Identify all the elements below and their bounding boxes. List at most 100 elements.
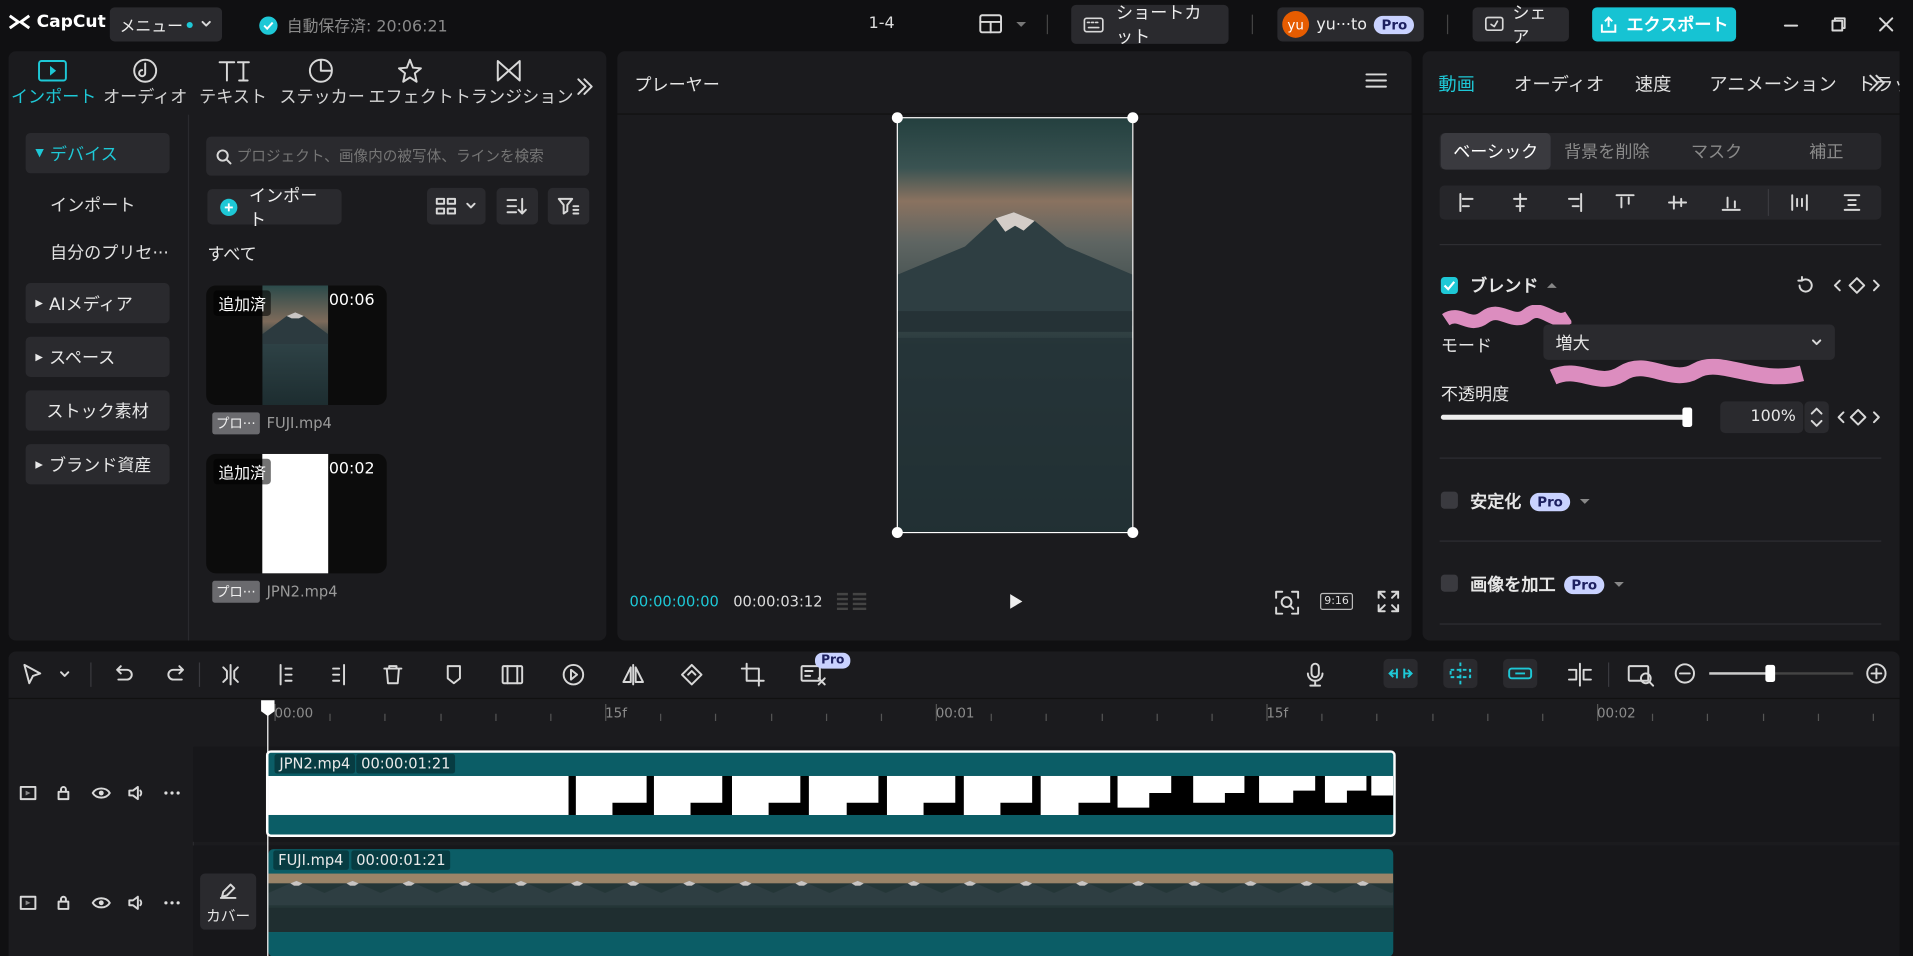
tab-audio[interactable]: オーディオ xyxy=(1514,71,1604,97)
link-toggle[interactable] xyxy=(1503,658,1538,689)
marker-icon[interactable] xyxy=(442,662,466,686)
align-bottom-icon[interactable] xyxy=(1721,193,1741,213)
playhead[interactable] xyxy=(267,703,269,956)
sidebar-item-import[interactable]: インポート xyxy=(26,184,182,224)
tab-transition[interactable]: トランジション xyxy=(454,51,573,114)
tab-effect[interactable]: エフェクト xyxy=(368,51,454,114)
menu-icon[interactable] xyxy=(1365,72,1387,89)
magnet-toggle[interactable] xyxy=(1383,658,1418,689)
subtab-basic[interactable]: ベーシック xyxy=(1440,132,1551,170)
split-icon[interactable] xyxy=(218,662,242,686)
freeze-icon[interactable] xyxy=(500,662,524,686)
more-tabs-icon[interactable] xyxy=(1867,74,1887,92)
media-item-jpn2[interactable]: 追加済 00:02 xyxy=(206,453,387,574)
media-item-fuji[interactable]: 追加済 00:06 xyxy=(206,285,387,406)
search-input[interactable] xyxy=(236,147,590,165)
search-bar[interactable] xyxy=(206,136,590,176)
tab-speed[interactable]: 速度 xyxy=(1635,71,1672,97)
blend-header[interactable]: ブレンド xyxy=(1470,273,1558,297)
align-center-h-icon[interactable] xyxy=(1510,193,1530,213)
enhance-checkbox[interactable] xyxy=(1440,574,1458,592)
sidebar-item-ai-media[interactable]: ▶ AIメディア xyxy=(25,283,170,324)
prev-keyframe-icon[interactable] xyxy=(1832,278,1842,293)
sidebar-item-stock[interactable]: ストック素材 xyxy=(25,390,170,431)
export-button[interactable]: エクスポート xyxy=(1592,7,1737,42)
menu-button[interactable]: メニュー xyxy=(109,7,223,42)
layout-button[interactable] xyxy=(978,13,1027,34)
blend-checkbox[interactable] xyxy=(1440,276,1458,295)
video-preview[interactable] xyxy=(891,112,1139,539)
opacity-slider[interactable] xyxy=(1440,407,1693,428)
reset-icon[interactable] xyxy=(1796,275,1816,296)
zoom-in-icon[interactable] xyxy=(1865,662,1887,684)
stabilize-header[interactable]: 安定化 Pro xyxy=(1470,489,1591,513)
sidebar-item-space[interactable]: ▶ スペース xyxy=(25,336,170,377)
fullscreen-icon[interactable] xyxy=(1377,590,1400,613)
share-button[interactable]: シェア xyxy=(1472,4,1569,48)
cover-button[interactable]: カバー xyxy=(200,873,257,930)
timeline-clip-fuji[interactable]: FUJI.mp4 00:00:01:21 xyxy=(268,849,1394,956)
microphone-icon[interactable] xyxy=(1303,662,1327,687)
zoom-to-fit-icon[interactable] xyxy=(1627,662,1655,687)
align-center-v-icon[interactable] xyxy=(1668,193,1688,213)
more-tabs-icon[interactable] xyxy=(575,77,595,97)
tab-animation[interactable]: アニメーション xyxy=(1709,71,1836,97)
resize-handle[interactable] xyxy=(1127,527,1139,539)
filter-button[interactable] xyxy=(547,187,590,225)
enhance-header[interactable]: 画像を加工 Pro xyxy=(1470,572,1625,596)
opacity-stepper[interactable] xyxy=(1804,401,1829,434)
import-button[interactable]: インポート xyxy=(207,186,342,230)
align-right-icon[interactable] xyxy=(1564,193,1584,213)
timeline-ruler[interactable] xyxy=(266,699,1900,722)
next-keyframe-icon[interactable] xyxy=(1872,278,1882,293)
tab-text[interactable]: テキスト xyxy=(193,51,274,114)
prev-keyframe-icon[interactable] xyxy=(1836,410,1846,425)
reverse-icon[interactable] xyxy=(561,662,585,686)
lock-icon[interactable] xyxy=(55,894,72,911)
shortcut-button[interactable]: ショートカット xyxy=(1071,4,1229,48)
timeline-clip-jpn2[interactable]: JPN2.mp4 00:00:01:21 xyxy=(265,750,1396,837)
zoom-fit-icon[interactable] xyxy=(1275,590,1300,615)
close-icon[interactable] xyxy=(1878,16,1895,33)
playhead-handle-icon[interactable] xyxy=(260,699,276,717)
opacity-slider-handle[interactable] xyxy=(1682,407,1693,428)
volume-icon[interactable] xyxy=(127,894,147,911)
play-icon[interactable] xyxy=(1005,592,1025,612)
resize-handle[interactable] xyxy=(891,112,903,124)
minimize-icon[interactable] xyxy=(1782,17,1799,34)
split-left-icon[interactable] xyxy=(273,662,297,686)
select-tool-icon[interactable] xyxy=(21,662,45,686)
sidebar-item-device[interactable]: ▼ デバイス xyxy=(25,132,170,174)
lock-icon[interactable] xyxy=(55,784,72,801)
eye-icon[interactable] xyxy=(91,894,112,911)
split-right-icon[interactable] xyxy=(327,662,351,686)
resize-handle[interactable] xyxy=(891,527,903,539)
zoom-out-icon[interactable] xyxy=(1674,662,1696,684)
project-name[interactable]: 1-4 xyxy=(869,15,895,33)
resize-handle[interactable] xyxy=(1127,112,1139,124)
aspect-ratio-button[interactable]: 9:16 xyxy=(1320,592,1354,611)
user-account[interactable]: yu yu···to Pro xyxy=(1277,7,1424,42)
snap-toggle[interactable] xyxy=(1443,658,1478,689)
tab-import[interactable]: インポート xyxy=(9,51,99,114)
stabilize-checkbox[interactable] xyxy=(1440,491,1458,509)
tab-video[interactable]: 動画 xyxy=(1438,71,1475,97)
tab-sticker[interactable]: ステッカー xyxy=(279,51,365,114)
mode-dropdown[interactable]: 増大 xyxy=(1543,324,1835,360)
waveform-icon[interactable] xyxy=(834,590,868,612)
preview-axis-icon[interactable] xyxy=(1567,662,1594,687)
align-left-icon[interactable] xyxy=(1458,193,1478,213)
next-keyframe-icon[interactable] xyxy=(1872,410,1882,425)
eye-icon[interactable] xyxy=(91,784,112,801)
subtab-adjust[interactable]: 補正 xyxy=(1771,133,1881,170)
sort-button[interactable] xyxy=(496,187,539,225)
opacity-input[interactable]: 100% xyxy=(1720,401,1804,434)
zoom-slider[interactable] xyxy=(1709,664,1854,682)
align-top-icon[interactable] xyxy=(1615,193,1635,213)
subtab-mask[interactable]: マスク xyxy=(1662,133,1772,170)
sidebar-item-presets[interactable]: 自分のプリセ··· xyxy=(26,232,177,272)
more-icon[interactable] xyxy=(163,784,180,801)
zoom-slider-handle[interactable] xyxy=(1765,664,1776,682)
keyframe-icon[interactable] xyxy=(1847,276,1867,296)
volume-icon[interactable] xyxy=(127,784,147,801)
